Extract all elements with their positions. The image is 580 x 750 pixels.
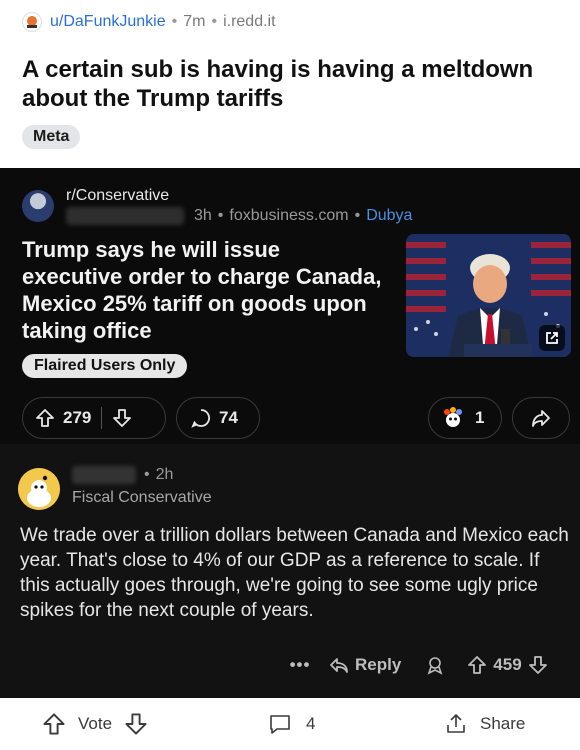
crosspost-title: Trump says he will issue executive order… <box>22 237 382 343</box>
award-icon[interactable] <box>425 655 445 675</box>
comment-icon <box>268 712 292 736</box>
post-title: A certain sub is having is having a melt… <box>22 56 534 112</box>
blurred-username <box>72 466 136 484</box>
comment-actions: ••• Reply 459 <box>285 650 575 680</box>
award-button[interactable]: 1 <box>428 397 502 439</box>
post-header: u/DaFunkJunkie • 7m • i.redd.it <box>22 10 276 34</box>
comment-author: • 2h <box>72 466 173 484</box>
share-icon <box>444 712 468 736</box>
crosspost-card: r/Conservative 3h • foxbusiness.com • Du… <box>0 168 580 444</box>
crosspost-upvotes: 279 <box>63 408 92 427</box>
vote-controls: Vote <box>42 712 148 736</box>
user-flair: Dubya <box>366 207 413 224</box>
share-button[interactable] <box>512 397 570 439</box>
article-thumbnail <box>406 234 571 357</box>
upvote-icon[interactable] <box>42 712 66 736</box>
reply-label: Reply <box>355 655 402 674</box>
crosspost-comments: 74 <box>219 408 238 427</box>
separator-dot: • <box>171 13 178 30</box>
comments-count: 4 <box>306 714 316 733</box>
comments-button[interactable]: 74 <box>176 397 260 439</box>
blurred-username <box>66 207 184 225</box>
crosspost-age: 3h <box>194 207 212 224</box>
comment-icon <box>191 408 211 428</box>
post-username[interactable]: u/DaFunkJunkie <box>50 13 166 31</box>
downvote-icon[interactable] <box>124 712 148 736</box>
post-domain[interactable]: i.redd.it <box>223 13 275 31</box>
crosspost-domain: foxbusiness.com <box>229 207 349 224</box>
downvote-icon[interactable] <box>528 655 548 675</box>
comment-score: 459 <box>493 655 522 674</box>
crosspost-flair[interactable]: Flaired Users Only <box>22 354 188 378</box>
upvote-icon[interactable] <box>467 655 487 675</box>
post-flair[interactable]: Meta <box>22 125 81 149</box>
crosspost-awards: 1 <box>475 408 485 427</box>
comment-body: We trade over a trillion dollars between… <box>20 525 569 621</box>
comment-vote: 459 <box>467 655 547 675</box>
bottom-action-bar: Vote 4 Share <box>0 698 580 750</box>
share-label: Share <box>480 714 526 733</box>
separator-dot: • <box>211 13 218 30</box>
reply-icon <box>329 656 349 674</box>
share-arrow-icon <box>530 407 552 429</box>
share-button[interactable]: Share <box>444 712 525 736</box>
embedded-screenshot[interactable]: r/Conservative 3h • foxbusiness.com • Du… <box>0 168 580 698</box>
reply-button[interactable]: Reply <box>329 655 401 675</box>
more-options-icon[interactable]: ••• <box>285 655 315 675</box>
vote-pill: 279 <box>22 397 166 439</box>
comments-button[interactable]: 4 <box>268 712 315 736</box>
open-external-icon[interactable] <box>539 325 565 351</box>
award-icon <box>441 406 465 430</box>
comment-age: 2h <box>155 466 174 483</box>
crosspost-subreddit: r/Conservative <box>66 187 170 204</box>
comment-user-flair: Fiscal Conservative <box>72 489 212 506</box>
downvote-icon[interactable] <box>112 408 132 428</box>
upvote-icon[interactable] <box>35 408 55 428</box>
crosspost-header: r/Conservative 3h • foxbusiness.com • Du… <box>22 186 412 226</box>
vote-label: Vote <box>78 714 113 733</box>
post-age: 7m <box>183 13 206 30</box>
subreddit-avatar-icon <box>22 190 54 222</box>
subreddit-avatar-icon[interactable] <box>22 12 42 32</box>
comment-avatar[interactable] <box>18 468 60 510</box>
